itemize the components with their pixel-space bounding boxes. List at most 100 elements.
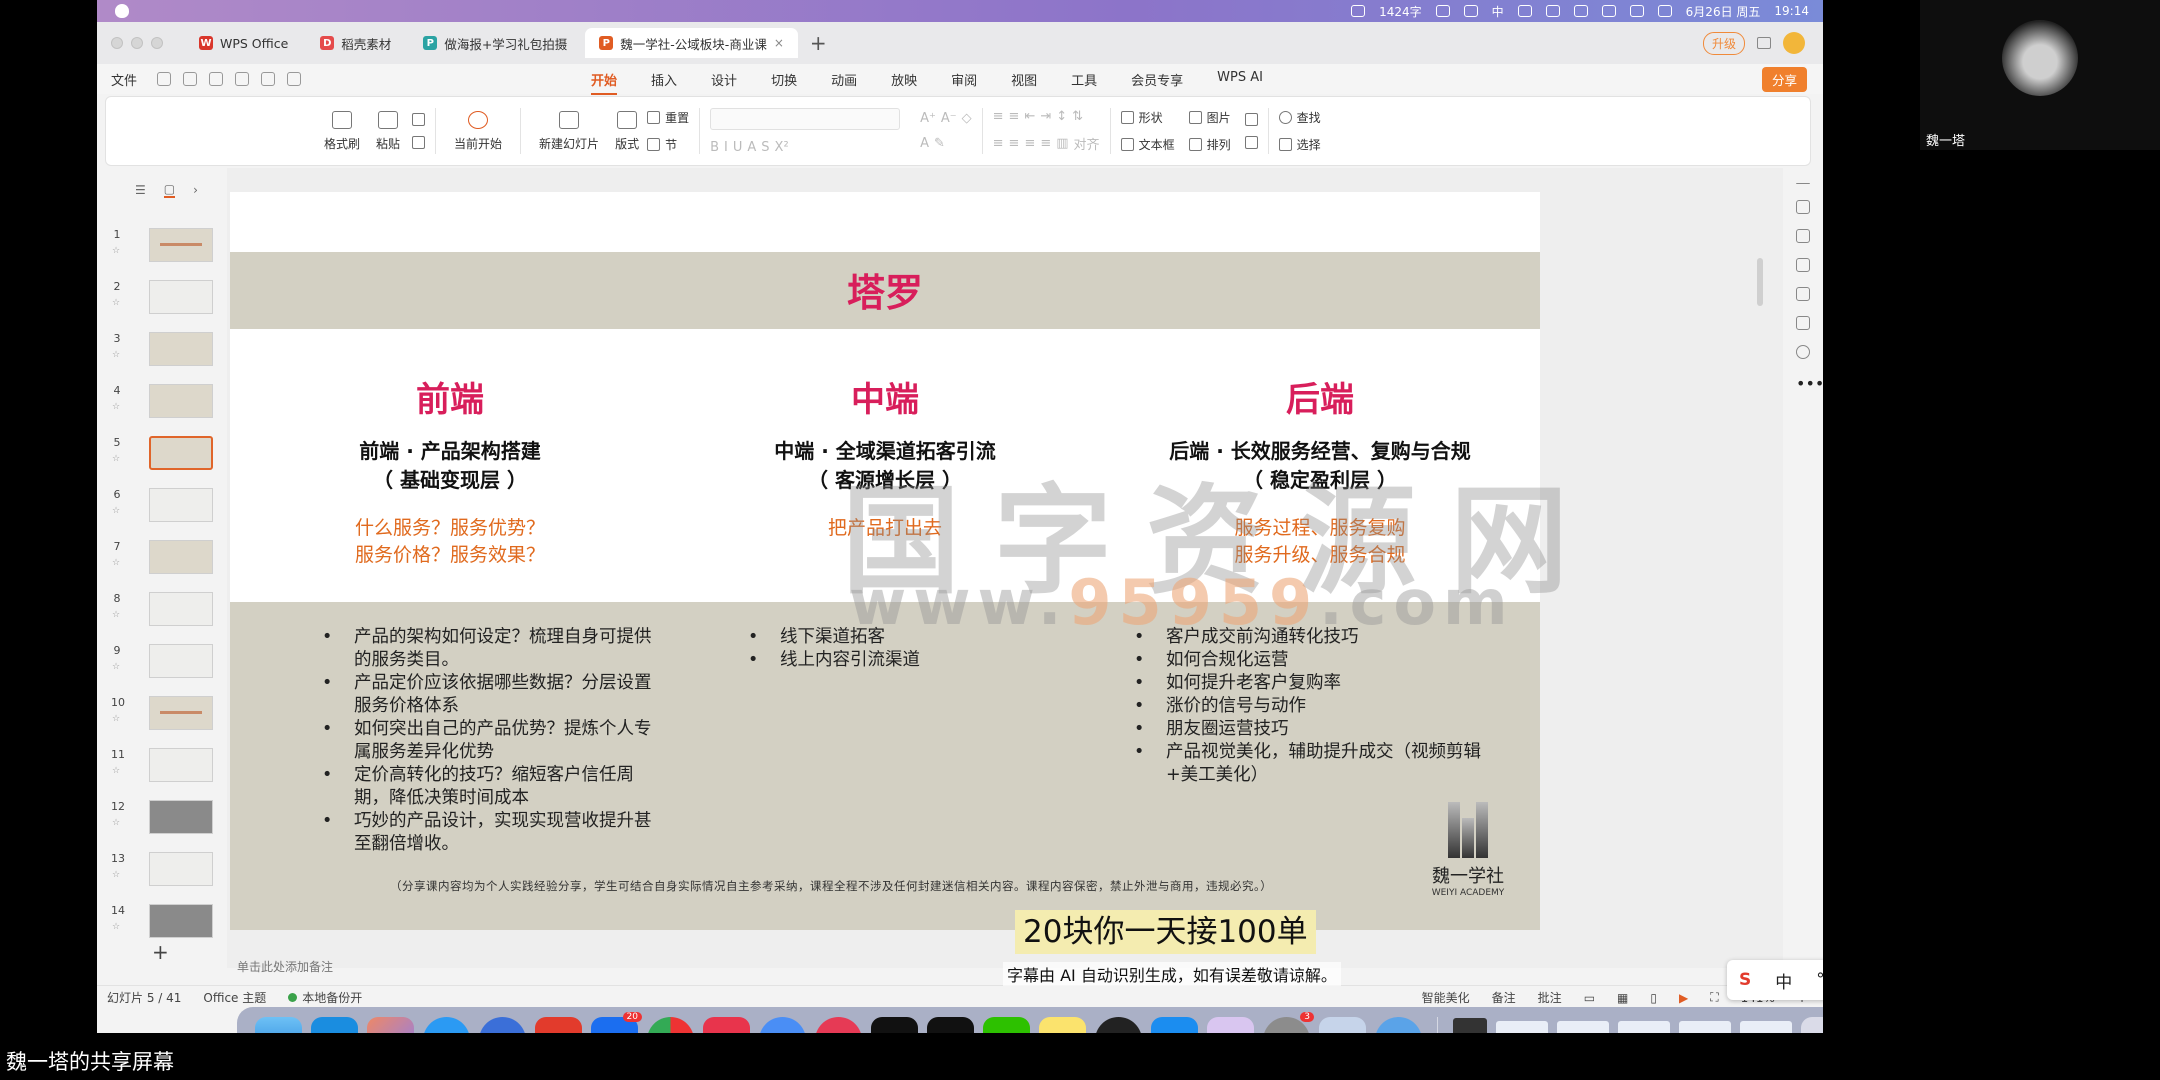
textbox-button[interactable]: 文本框	[1120, 136, 1175, 153]
strike-icon[interactable]: A	[747, 140, 756, 155]
tab-member[interactable]: 会员专享	[1131, 70, 1183, 89]
ime-language[interactable]: 中	[1775, 968, 1792, 993]
xmind-icon[interactable]	[703, 1016, 750, 1033]
add-slide-button[interactable]: +	[152, 940, 169, 964]
find-button[interactable]: 查找	[1278, 109, 1321, 126]
settings-icon[interactable]	[1796, 200, 1810, 214]
image-settings-icon[interactable]	[1796, 316, 1810, 330]
comments-button[interactable]: 批注	[1538, 989, 1562, 1006]
safari-icon[interactable]	[423, 1016, 470, 1033]
minimized-window-1[interactable]	[1496, 1021, 1548, 1033]
new-slide-button[interactable]: 新建幻灯片	[539, 110, 599, 152]
iphone-mirroring-icon[interactable]	[1207, 1016, 1254, 1033]
tab-wps-office[interactable]: W WPS Office	[185, 28, 302, 58]
chat-bubble-icon[interactable]	[759, 1016, 806, 1033]
tab-insert[interactable]: 插入	[651, 70, 677, 89]
slide-thumbnail[interactable]: 10 ☆	[111, 696, 221, 734]
notes-icon[interactable]	[1039, 1016, 1086, 1033]
normal-view-icon[interactable]: ▭	[1584, 991, 1595, 1005]
numbering-icon[interactable]: ≡	[1009, 109, 1020, 124]
minimize-window-button[interactable]	[131, 37, 143, 49]
more-icon[interactable]: •••	[1796, 374, 1823, 393]
slide-thumbnail[interactable]: 8 ☆	[111, 592, 221, 630]
search-icon[interactable]	[1657, 5, 1672, 17]
preview-icon[interactable]	[1319, 1016, 1366, 1033]
star-icon[interactable]: ☆	[112, 818, 120, 828]
star-icon[interactable]: ☆	[112, 662, 120, 672]
text-direction-icon[interactable]: ⇅	[1072, 109, 1083, 124]
slide-thumbnail[interactable]: 7 ☆	[111, 540, 221, 578]
save-icon[interactable]	[157, 72, 172, 86]
reset-button[interactable]: 重置	[647, 109, 689, 126]
tab-view[interactable]: 视图	[1011, 70, 1037, 89]
wps-menu-icon[interactable]	[1517, 5, 1532, 17]
minimized-window-4[interactable]	[1679, 1021, 1731, 1033]
magic-icon[interactable]	[1796, 287, 1810, 301]
preview-icon[interactable]	[235, 72, 250, 86]
system-settings-icon[interactable]: 3	[1263, 1011, 1314, 1033]
apple-icon[interactable]	[115, 4, 129, 18]
user-avatar[interactable]	[1783, 32, 1805, 54]
slide-view-icon[interactable]: ▢	[163, 182, 176, 198]
slide-thumbnail[interactable]: 4 ☆	[111, 384, 221, 422]
slide-thumbnail[interactable]: 3 ☆	[111, 332, 221, 370]
close-window-button[interactable]	[111, 37, 123, 49]
minimized-window-phone[interactable]	[1453, 1018, 1487, 1033]
obs-icon[interactable]	[1095, 1016, 1142, 1033]
outline-view-icon[interactable]: ☰	[135, 183, 146, 197]
italic-icon[interactable]: I	[724, 140, 728, 155]
zoom-window-button[interactable]	[151, 37, 163, 49]
tiktok-icon[interactable]	[927, 1016, 974, 1033]
screen-icon[interactable]	[1351, 5, 1366, 17]
slide-thumbnail[interactable]: 13 ☆	[111, 852, 221, 890]
close-tab-icon[interactable]: ×	[774, 36, 784, 50]
slide-thumbnail[interactable]: 2 ☆	[111, 280, 221, 318]
slide-thumbnail[interactable]: 9 ☆	[111, 644, 221, 682]
wechat-icon[interactable]	[983, 1016, 1030, 1033]
columns-icon[interactable]: ▥	[1056, 136, 1068, 151]
quicktime-icon[interactable]	[1375, 1016, 1422, 1033]
justify-icon[interactable]: ≡	[1040, 136, 1051, 151]
star-icon[interactable]: ☆	[112, 558, 120, 568]
underline-icon[interactable]: U	[733, 140, 743, 155]
window-mode-icon[interactable]	[1757, 37, 1771, 49]
beautify-button[interactable]: 智能美化	[1422, 989, 1470, 1006]
fill-button[interactable]	[1244, 136, 1258, 149]
theme-name[interactable]: Office 主题	[203, 989, 266, 1006]
outline-button[interactable]	[1244, 113, 1258, 126]
star-icon[interactable]: ☆	[112, 454, 120, 464]
mic-icon[interactable]	[1463, 5, 1478, 17]
minimize-panel-icon[interactable]	[1796, 183, 1810, 185]
tab-transition[interactable]: 切换	[771, 70, 797, 89]
upgrade-button[interactable]: 升级	[1702, 31, 1745, 55]
layout-button[interactable]: 版式	[615, 110, 639, 152]
wps-dock-icon[interactable]	[535, 1016, 582, 1033]
tab-poster[interactable]: P 做海报+学习礼包拍摄	[409, 28, 581, 58]
launchpad-icon[interactable]	[367, 1016, 414, 1033]
history-icon[interactable]	[1796, 345, 1810, 359]
tab-review[interactable]: 审阅	[951, 70, 977, 89]
bold-icon[interactable]: B	[710, 140, 719, 155]
minimized-window-3[interactable]	[1618, 1021, 1670, 1033]
shape-button[interactable]: 形状	[1120, 109, 1175, 126]
font-shrink-icon[interactable]: A⁻	[941, 111, 957, 126]
slide-scrollbar[interactable]	[1757, 258, 1763, 306]
music-icon[interactable]	[815, 1016, 862, 1033]
reading-view-icon[interactable]: ▯	[1650, 991, 1657, 1005]
align-label[interactable]: 对齐	[1074, 134, 1100, 153]
backup-status[interactable]: 本地备份开	[288, 989, 362, 1006]
font-name-select[interactable]	[710, 107, 901, 130]
tab-home[interactable]: 开始	[591, 70, 618, 95]
paste-button[interactable]: 粘贴	[376, 110, 400, 152]
clear-format-icon[interactable]: ◇	[962, 111, 972, 126]
share-button[interactable]: 分享	[1761, 66, 1807, 92]
copy-icon[interactable]	[1796, 258, 1810, 272]
sogou-icon[interactable]: S	[1739, 970, 1751, 990]
indent-icon[interactable]: ⇤	[1024, 109, 1035, 124]
align-right-icon[interactable]: ≡	[1024, 136, 1035, 151]
fit-icon[interactable]: ⛶	[1710, 990, 1718, 1005]
star-icon[interactable]: ☆	[112, 402, 120, 412]
slide-thumbnail[interactable]: 11 ☆	[111, 748, 221, 786]
slide-thumbnail[interactable]: 6 ☆	[111, 488, 221, 526]
slide-thumbnail[interactable]: 12 ☆	[111, 800, 221, 838]
